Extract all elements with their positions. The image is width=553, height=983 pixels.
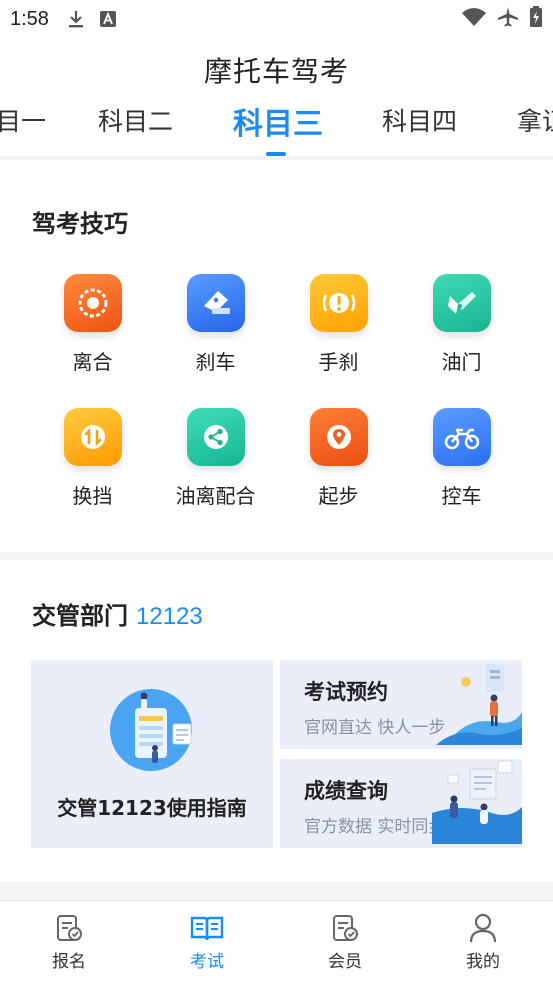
exam-booking-tile[interactable]: 考试预约 官网直达 快人一步: [280, 660, 522, 749]
wifi-icon: [461, 7, 487, 31]
airplane-icon: [497, 6, 519, 32]
guide-tile[interactable]: 交管12123使用指南: [31, 660, 273, 848]
exam-booking-subtitle: 官网直达 快人一步: [304, 718, 446, 738]
tip-handbrake[interactable]: 手刹: [277, 274, 400, 375]
traffic-section-title: 交管部门 12123: [32, 596, 203, 631]
brake-icon: [186, 274, 245, 332]
status-time: 1:58: [10, 7, 49, 30]
status-bar: 1:58: [0, 0, 553, 38]
score-query-tile[interactable]: 成绩查询 官方数据 实时同步: [280, 759, 522, 848]
tip-coordination[interactable]: 油离配合: [154, 408, 277, 509]
gear-shift-icon: [63, 408, 122, 466]
traffic-dept-card: 交管部门 12123 交管12123使用指南 考试预约 官网直达 快人一步 成绩…: [0, 560, 553, 882]
tip-label: 油门: [441, 350, 482, 374]
tip-start[interactable]: 起步: [277, 408, 400, 509]
tip-throttle[interactable]: 油门: [400, 274, 523, 375]
tips-section-title: 驾考技巧: [32, 210, 128, 238]
active-tab-indicator: [266, 152, 286, 156]
header: 摩托车驾考 目一 科目二 科目三 科目四 拿证: [0, 38, 553, 156]
nav-label: 报名: [52, 952, 86, 972]
font-a-icon: [99, 10, 117, 28]
guide-label: 交管12123使用指南: [57, 796, 247, 820]
tip-gear-shift[interactable]: 换挡: [31, 408, 154, 509]
handbrake-icon: [309, 274, 368, 332]
tab-subject-two[interactable]: 科目二: [98, 102, 173, 138]
exam-booking-illustration: [436, 660, 522, 749]
register-icon: [0, 911, 138, 945]
tab-subject-one[interactable]: 目一: [0, 102, 46, 138]
tab-subject-three[interactable]: 科目三: [233, 100, 323, 143]
tab-subject-four[interactable]: 科目四: [382, 102, 457, 138]
motorcycle-icon: [432, 408, 491, 466]
clutch-icon: [63, 274, 122, 332]
nav-profile[interactable]: 我的: [414, 911, 552, 972]
traffic-title-text: 交管部门: [32, 602, 128, 630]
nav-register[interactable]: 报名: [0, 911, 138, 972]
start-location-icon: [309, 408, 368, 466]
tip-control[interactable]: 控车: [400, 408, 523, 509]
score-query-illustration: [432, 759, 522, 848]
tip-label: 刹车: [195, 350, 236, 374]
bottom-nav: 报名 考试 会员 我的: [0, 900, 553, 983]
nav-exam[interactable]: 考试: [138, 911, 276, 972]
battery-charging-icon: [529, 6, 543, 32]
nav-label: 会员: [328, 952, 362, 972]
profile-icon: [414, 911, 552, 945]
traffic-number: 12123: [136, 603, 203, 630]
guide-illustration: [109, 686, 199, 780]
nav-member[interactable]: 会员: [276, 911, 414, 972]
member-icon: [276, 911, 414, 945]
tab-get-license[interactable]: 拿证: [517, 102, 553, 138]
driving-tips-card: 驾考技巧 离合 刹车 手刹 油门 换挡 油离配合 起步 控车: [0, 160, 553, 552]
throttle-icon: [432, 274, 491, 332]
nav-label: 我的: [466, 952, 500, 972]
tip-label: 起步: [318, 484, 359, 508]
tip-label: 离合: [72, 350, 113, 374]
exam-booking-title: 考试预约: [304, 680, 388, 704]
tip-label: 换挡: [72, 484, 113, 508]
tip-label: 控车: [441, 484, 482, 508]
score-query-subtitle: 官方数据 实时同步: [304, 817, 446, 837]
download-icon: [67, 9, 85, 29]
tip-label: 手刹: [318, 350, 359, 374]
app-screen: 1:58 摩托车驾考 目一 科目二 科目三 科目四 拿证: [0, 0, 553, 983]
score-query-title: 成绩查询: [304, 779, 388, 803]
tip-clutch[interactable]: 离合: [31, 274, 154, 375]
book-icon: [138, 911, 276, 945]
app-title: 摩托车驾考: [203, 55, 349, 88]
tip-brake[interactable]: 刹车: [154, 274, 277, 375]
nav-label: 考试: [190, 952, 224, 972]
subject-tabs: 目一 科目二 科目三 科目四 拿证: [0, 100, 553, 156]
coordination-icon: [186, 408, 245, 466]
tip-label: 油离配合: [175, 484, 256, 508]
